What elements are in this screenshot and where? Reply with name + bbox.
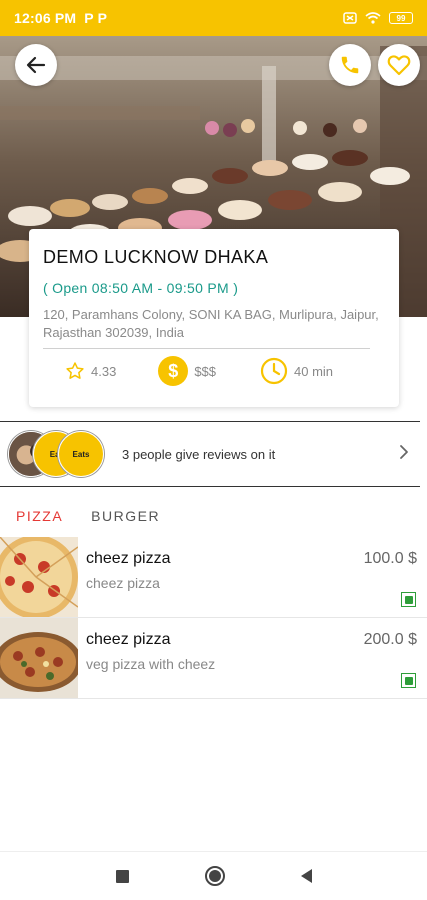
- arrow-left-icon: [26, 56, 46, 74]
- notification-p-icon: P: [84, 10, 94, 26]
- food-image: [0, 618, 78, 698]
- delivery-time-stat: 40 min: [260, 357, 333, 385]
- back-triangle-icon[interactable]: [300, 869, 312, 883]
- delivery-time: 40 min: [294, 363, 334, 379]
- item-price: 200.0 $: [363, 631, 417, 648]
- restaurant-info-card: DEMO LUCKNOW DHAKA ( Open 08:50 AM - 09:…: [29, 229, 399, 407]
- avatar-label: Eats: [72, 449, 90, 459]
- dollar-coin-icon: $: [158, 356, 189, 386]
- status-right: 99: [343, 12, 413, 24]
- item-description: cheez pizza: [86, 575, 160, 591]
- status-bar: 12:06 PM P P 99: [0, 0, 427, 36]
- item-description: veg pizza with cheez: [86, 656, 216, 672]
- restaurant-address: 120, Paramhans Colony, SONI KA BAG, Murl…: [43, 307, 379, 340]
- restaurant-stats: 4.33 $ $$$ 40 min: [43, 355, 385, 387]
- rating-value: 4.33: [91, 363, 117, 379]
- veg-indicator-icon: [401, 592, 416, 607]
- card-divider: [43, 348, 370, 349]
- avatar: Eats: [58, 431, 104, 477]
- food-image: [0, 537, 78, 617]
- opening-hours: ( Open 08:50 AM - 09:50 PM ): [43, 280, 239, 296]
- list-item[interactable]: cheez pizza veg pizza with cheez 200.0 $: [0, 618, 427, 699]
- home-icon[interactable]: [204, 866, 225, 886]
- chevron-right-icon: [398, 443, 410, 466]
- restaurant-name: DEMO LUCKNOW DHAKA: [43, 247, 269, 267]
- item-name: cheez pizza: [86, 550, 171, 567]
- phone-icon: [341, 56, 359, 74]
- notification-p-icon: P: [97, 10, 107, 26]
- reviews-count-text: 3 people give reviews on it: [122, 446, 276, 462]
- back-button[interactable]: [15, 44, 57, 86]
- reviews-row[interactable]: Eat Eats 3 people give reviews on it: [0, 421, 420, 487]
- rating-stat: 4.33: [65, 361, 116, 381]
- system-nav-bar: [0, 851, 427, 900]
- reviewer-avatars: Eat Eats: [8, 431, 104, 477]
- heart-icon: [387, 55, 411, 76]
- call-button[interactable]: [329, 44, 371, 86]
- star-icon: [66, 362, 84, 379]
- sim-off-icon: [343, 12, 357, 24]
- item-name: cheez pizza: [86, 631, 171, 648]
- clock-icon: [260, 357, 288, 385]
- price-stat: $ $$$: [158, 356, 216, 386]
- status-time: 12:06 PM: [14, 10, 77, 26]
- list-item[interactable]: cheez pizza cheez pizza 100.0 $: [0, 537, 427, 618]
- category-tabs: PIZZA BURGER: [0, 503, 427, 529]
- wifi-icon: [365, 12, 381, 24]
- tab-burger[interactable]: BURGER: [91, 508, 160, 524]
- veg-indicator-icon: [401, 673, 416, 688]
- favorite-button[interactable]: [378, 44, 420, 86]
- notification-icons: P P: [84, 10, 107, 26]
- battery-icon: 99: [389, 12, 413, 24]
- item-price: 100.0 $: [363, 550, 417, 567]
- price-level: $$$: [194, 363, 217, 379]
- tab-pizza[interactable]: PIZZA: [16, 508, 63, 524]
- recent-apps-icon[interactable]: [115, 869, 129, 883]
- menu-list: cheez pizza cheez pizza 100.0 $ cheez pi…: [0, 537, 427, 699]
